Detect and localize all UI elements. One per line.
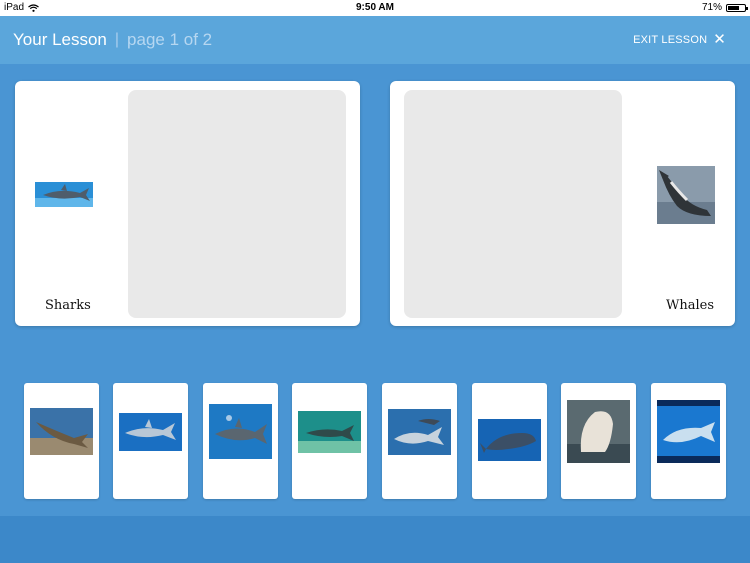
card-whale-3[interactable] [651,383,726,499]
shark-photo [119,413,182,451]
shark-photo [298,411,361,453]
battery-percentage: 71% [701,2,722,13]
card-shark-2[interactable] [113,383,188,499]
title-separator: | [114,31,120,48]
whales-drop-zone[interactable] [404,90,622,318]
footer-bar [0,516,750,563]
status-bar: iPad 9:50 AM 71% [0,0,750,16]
lesson-header: Your Lesson | page 1 of 2 EXIT LESSON ✕ [0,16,750,64]
lesson-title-group: Your Lesson | page 1 of 2 [13,30,212,50]
close-icon: ✕ [713,31,726,48]
card-whale-2[interactable] [561,383,636,499]
shark-category-image [35,182,93,207]
card-shark-4[interactable] [292,383,367,499]
card-shark-3[interactable] [203,383,278,499]
whale-photo [478,419,541,461]
battery-icon [726,3,748,12]
whale-category-image [657,166,715,224]
category-label-whales: Whales [666,298,715,313]
lesson-title: Your Lesson [13,30,107,49]
whale-photo [657,400,720,463]
sharks-drop-zone[interactable] [128,90,346,318]
category-card-whales: Whales [390,81,735,326]
clock: 9:50 AM [356,2,394,13]
whale-photo [567,400,630,463]
exit-lesson-button[interactable]: EXIT LESSON ✕ [633,32,726,47]
category-label-sharks: Sharks [45,298,91,313]
card-shark-1[interactable] [24,383,99,499]
shark-photo [30,408,93,455]
page-indicator: page 1 of 2 [127,30,213,49]
card-whale-1[interactable] [472,383,547,499]
category-card-sharks: Sharks [15,81,360,326]
exit-lesson-label: EXIT LESSON [633,33,708,46]
shark-photo [388,409,451,455]
card-shark-5[interactable] [382,383,457,499]
shark-photo [209,404,272,459]
